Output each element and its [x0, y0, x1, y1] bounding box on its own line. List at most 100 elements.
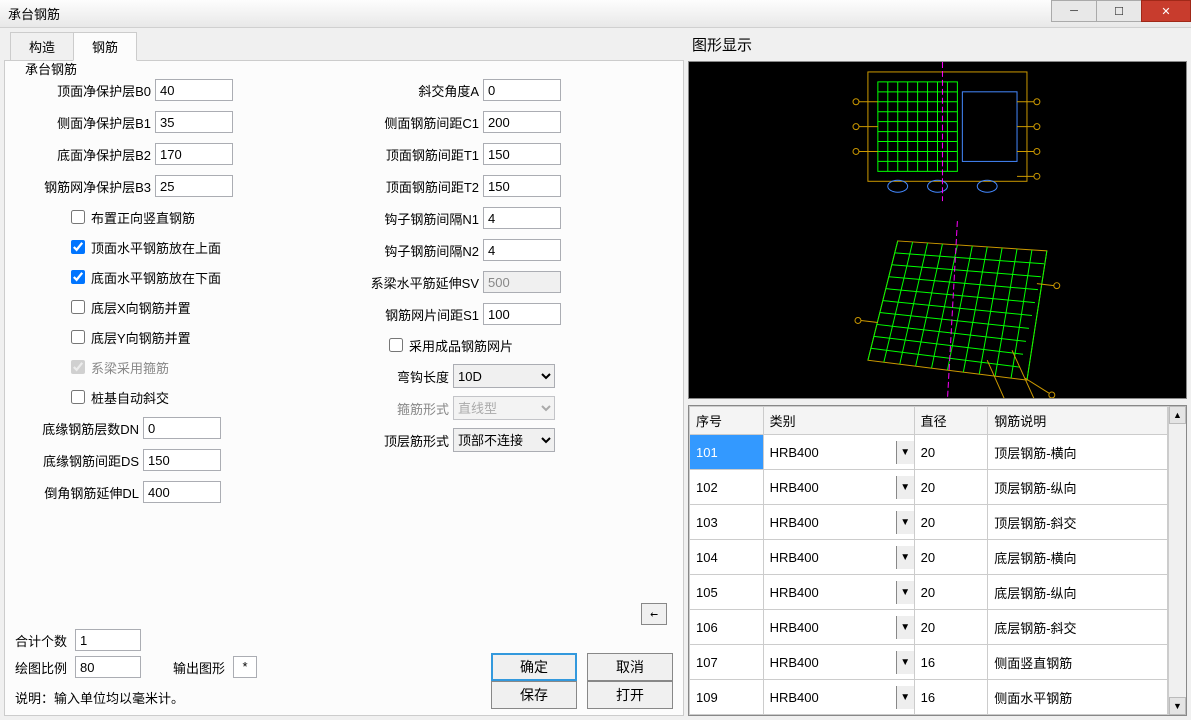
- table-cell[interactable]: 底层钢筋-纵向: [988, 575, 1168, 610]
- table-cell[interactable]: 20: [914, 505, 988, 540]
- table-cell[interactable]: 20: [914, 540, 988, 575]
- chk-bottom-x[interactable]: 底层X向钢筋并置: [21, 295, 339, 319]
- label-count: 合计个数: [15, 631, 67, 650]
- table-row[interactable]: 107HRB400▼16侧面竖直钢筋: [690, 645, 1168, 680]
- table-cell[interactable]: 顶层钢筋-纵向: [988, 470, 1168, 505]
- table-row[interactable]: 101HRB400▼20顶层钢筋-横向: [690, 435, 1168, 470]
- select-stirrup: 直线型: [453, 396, 555, 420]
- table-cell[interactable]: HRB400▼: [763, 645, 914, 680]
- input-DL[interactable]: [143, 481, 221, 503]
- table-row[interactable]: 102HRB400▼20顶层钢筋-纵向: [690, 470, 1168, 505]
- table-cell[interactable]: 侧面竖直钢筋: [988, 645, 1168, 680]
- table-cell[interactable]: 20: [914, 610, 988, 645]
- maximize-button[interactable]: ☐: [1096, 0, 1142, 22]
- chk-bottom-y[interactable]: 底层Y向钢筋并置: [21, 325, 339, 349]
- dropdown-icon[interactable]: ▼: [896, 616, 914, 639]
- input-N2[interactable]: [483, 239, 561, 261]
- tab-structure[interactable]: 构造: [10, 32, 74, 61]
- dropdown-icon[interactable]: ▼: [896, 651, 914, 674]
- input-T2[interactable]: [483, 175, 561, 197]
- dropdown-icon[interactable]: ▼: [896, 581, 914, 604]
- table-cell[interactable]: 101: [690, 435, 764, 470]
- label-B0: 顶面净保护层B0: [21, 81, 151, 100]
- open-button[interactable]: 打开: [587, 681, 673, 709]
- label-N2: 钩子钢筋间隔N2: [349, 241, 479, 260]
- table-cell[interactable]: 顶层钢筋-斜交: [988, 505, 1168, 540]
- input-B0[interactable]: [155, 79, 233, 101]
- table-row[interactable]: 103HRB400▼20顶层钢筋-斜交: [690, 505, 1168, 540]
- table-header[interactable]: 钢筋说明: [988, 407, 1168, 435]
- table-cell[interactable]: 底层钢筋-横向: [988, 540, 1168, 575]
- scroll-down-icon[interactable]: ▼: [1169, 697, 1186, 715]
- close-button[interactable]: ✕: [1141, 0, 1191, 22]
- table-row[interactable]: 105HRB400▼20底层钢筋-纵向: [690, 575, 1168, 610]
- input-B2[interactable]: [155, 143, 233, 165]
- graphics-viewer[interactable]: [688, 61, 1187, 399]
- cancel-button[interactable]: 取消: [587, 653, 673, 681]
- table-cell[interactable]: 侧面水平钢筋: [988, 680, 1168, 715]
- chk-top-horizontal[interactable]: 顶面水平钢筋放在上面: [21, 235, 339, 259]
- input-N1[interactable]: [483, 207, 561, 229]
- table-cell[interactable]: 107: [690, 645, 764, 680]
- input-S1[interactable]: [483, 303, 561, 325]
- label-DN: 底缘钢筋层数DN: [21, 419, 139, 438]
- table-cell[interactable]: 20: [914, 575, 988, 610]
- dropdown-icon[interactable]: ▼: [896, 686, 914, 709]
- table-cell[interactable]: 底层钢筋-斜交: [988, 610, 1168, 645]
- table-cell[interactable]: 102: [690, 470, 764, 505]
- table-header[interactable]: 序号: [690, 407, 764, 435]
- dropdown-icon[interactable]: ▼: [896, 441, 914, 464]
- select-toprebar[interactable]: 顶部不连接: [453, 428, 555, 452]
- dropdown-icon[interactable]: ▼: [896, 476, 914, 499]
- label-output: 输出图形: [173, 658, 225, 677]
- table-cell[interactable]: 20: [914, 435, 988, 470]
- output-box[interactable]: *: [233, 656, 257, 678]
- table-cell[interactable]: 109: [690, 680, 764, 715]
- table-cell[interactable]: HRB400▼: [763, 435, 914, 470]
- table-cell[interactable]: 16: [914, 645, 988, 680]
- scrollbar[interactable]: ▲ ▼: [1168, 406, 1186, 715]
- table-cell[interactable]: 顶层钢筋-横向: [988, 435, 1168, 470]
- chk-prefab-mesh[interactable]: 采用成品钢筋网片: [349, 333, 667, 357]
- chk-vertical-rebar[interactable]: 布置正向竖直钢筋: [21, 205, 339, 229]
- table-cell[interactable]: 16: [914, 680, 988, 715]
- table-row[interactable]: 106HRB400▼20底层钢筋-斜交: [690, 610, 1168, 645]
- input-A[interactable]: [483, 79, 561, 101]
- table-cell[interactable]: 106: [690, 610, 764, 645]
- table-row[interactable]: 109HRB400▼16侧面水平钢筋: [690, 680, 1168, 715]
- arrow-button[interactable]: ←: [641, 603, 667, 625]
- save-button[interactable]: 保存: [491, 681, 577, 709]
- minimize-button[interactable]: ─: [1051, 0, 1097, 22]
- input-C1[interactable]: [483, 111, 561, 133]
- table-row[interactable]: 104HRB400▼20底层钢筋-横向: [690, 540, 1168, 575]
- table-cell[interactable]: HRB400▼: [763, 505, 914, 540]
- table-cell[interactable]: 104: [690, 540, 764, 575]
- table-cell[interactable]: HRB400▼: [763, 680, 914, 715]
- dropdown-icon[interactable]: ▼: [896, 511, 914, 534]
- label-toprebar: 顶层筋形式: [349, 431, 449, 450]
- table-cell[interactable]: HRB400▼: [763, 540, 914, 575]
- table-cell[interactable]: 20: [914, 470, 988, 505]
- table-cell[interactable]: 103: [690, 505, 764, 540]
- table-header[interactable]: 直径: [914, 407, 988, 435]
- table-cell[interactable]: HRB400▼: [763, 610, 914, 645]
- tab-rebar[interactable]: 钢筋: [73, 32, 137, 61]
- rebar-table[interactable]: 序号类别直径钢筋说明 101HRB400▼20顶层钢筋-横向102HRB400▼…: [689, 406, 1168, 715]
- table-header[interactable]: 类别: [763, 407, 914, 435]
- input-DS[interactable]: [143, 449, 221, 471]
- table-cell[interactable]: HRB400▼: [763, 575, 914, 610]
- input-scale[interactable]: [75, 656, 141, 678]
- dropdown-icon[interactable]: ▼: [896, 546, 914, 569]
- select-hook[interactable]: 10D: [453, 364, 555, 388]
- ok-button[interactable]: 确定: [491, 653, 577, 681]
- input-B3[interactable]: [155, 175, 233, 197]
- scroll-up-icon[interactable]: ▲: [1169, 406, 1186, 424]
- input-B1[interactable]: [155, 111, 233, 133]
- input-count[interactable]: [75, 629, 141, 651]
- chk-pile-auto-oblique[interactable]: 桩基自动斜交: [21, 385, 339, 409]
- table-cell[interactable]: 105: [690, 575, 764, 610]
- chk-bottom-horizontal[interactable]: 底面水平钢筋放在下面: [21, 265, 339, 289]
- table-cell[interactable]: HRB400▼: [763, 470, 914, 505]
- input-DN[interactable]: [143, 417, 221, 439]
- input-T1[interactable]: [483, 143, 561, 165]
